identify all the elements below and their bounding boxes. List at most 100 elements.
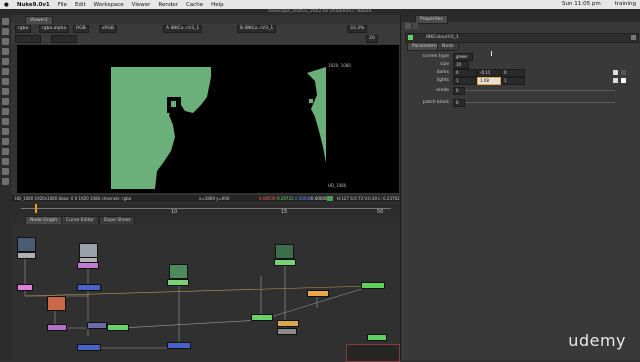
format-top-right: 1920, 1080 (328, 63, 351, 68)
premult-node[interactable] (277, 320, 299, 327)
menu-render[interactable]: Render (158, 2, 178, 8)
gamma-slider[interactable] (51, 35, 77, 43)
tab-properties[interactable]: Properties (415, 15, 448, 24)
3d-tool-icon[interactable] (2, 108, 9, 115)
image-tool-icon[interactable] (2, 18, 9, 25)
max-panels-field[interactable] (405, 23, 411, 29)
read-node-thumb-2[interactable] (79, 243, 98, 258)
views-tool-icon[interactable] (2, 118, 9, 125)
transform-node-1[interactable] (77, 284, 101, 291)
pixel-alpha: 0.00000 (311, 196, 328, 201)
user-name[interactable]: training (615, 1, 636, 7)
alpha-dropdown[interactable]: rgba.alpha (39, 25, 70, 33)
ibk-gizmo-node[interactable] (274, 259, 296, 266)
size-field[interactable]: 10 (453, 61, 469, 69)
frame-field[interactable]: 20 (366, 35, 378, 43)
node-name-field[interactable]: IBKColourV3_1 (426, 35, 459, 40)
darks-r-field[interactable]: 0 (453, 69, 477, 77)
input-a-dropdown[interactable]: A IBKCo..rV3_1 (163, 25, 203, 33)
lights-g-field[interactable]: 1.08 (477, 77, 501, 85)
lights-color-picker-icon[interactable] (613, 78, 618, 83)
menu-viewer[interactable]: Viewer (132, 2, 151, 8)
tab-node[interactable]: Node (437, 42, 459, 51)
menu-workspace[interactable]: Workspace (94, 2, 124, 8)
lights-label: lights (436, 78, 449, 83)
screen-type-dropdown[interactable]: green (453, 53, 473, 61)
merge-tool-icon[interactable] (2, 88, 9, 95)
particles-tool-icon[interactable] (2, 168, 9, 175)
keyer-node-2[interactable] (251, 314, 273, 321)
timeline[interactable]: 10 15 50 (11, 203, 400, 215)
keyer-node-3[interactable] (367, 334, 387, 341)
close-icon[interactable] (631, 35, 636, 40)
channel-tool-icon[interactable] (2, 48, 9, 55)
darks-row: darks 0 -0.11 0 (409, 69, 639, 77)
draw-tool-icon[interactable] (2, 28, 9, 35)
lights-split-icon[interactable] (621, 78, 626, 83)
menu-help[interactable]: Help (211, 2, 224, 8)
color-tool-icon[interactable] (2, 58, 9, 65)
deep-tool-icon[interactable] (2, 178, 9, 185)
gain-slider[interactable] (15, 35, 41, 43)
shuffle-node[interactable] (17, 284, 33, 291)
menu-edit[interactable]: Edit (75, 2, 86, 8)
patch-black-slider[interactable] (465, 102, 615, 103)
node-graph-canvas[interactable] (11, 224, 400, 362)
zoom-dropdown[interactable]: 33.3% (347, 25, 368, 33)
filter-tool-icon[interactable] (2, 68, 9, 75)
read-node-thumb-1[interactable] (17, 237, 36, 252)
read-node-1[interactable] (17, 252, 36, 259)
node-color-swatch[interactable] (408, 35, 413, 40)
erode-label: erode (436, 88, 449, 93)
transform-node-3[interactable] (167, 342, 191, 349)
viewer-controls: rgba rgba.alpha RGB sRGB A IBKCo..rV3_1 … (11, 24, 400, 44)
input-b-dropdown[interactable]: B IBKCo..rV3_1 (237, 25, 277, 33)
node-graph-minimap[interactable] (346, 344, 400, 362)
cursor-coords: x=1869 y=906 (199, 196, 230, 201)
erode-field[interactable]: 0 (453, 87, 465, 95)
colorspace-dropdown[interactable]: sRGB (99, 25, 118, 33)
transform-node-2[interactable] (77, 344, 101, 351)
merge-node-1[interactable] (47, 324, 67, 331)
keyer-tool-icon[interactable] (2, 78, 9, 85)
metadata-tool-icon[interactable] (2, 128, 9, 135)
other-tool-icon[interactable] (2, 148, 9, 155)
time-tool-icon[interactable] (2, 38, 9, 45)
darks-b-field[interactable]: 0 (501, 69, 525, 77)
playhead[interactable] (35, 204, 37, 213)
ibk-gizmo-thumb[interactable] (275, 244, 294, 259)
read-node-thumb-3[interactable] (47, 296, 66, 311)
colorspace-node[interactable] (77, 262, 99, 269)
format-info: HD_1080 1920x1080 bbox: 0 0 1920 1080 ch… (15, 196, 132, 201)
grade-node[interactable] (87, 322, 107, 329)
darks-label: darks (436, 70, 449, 75)
menu-cache[interactable]: Cache (186, 2, 203, 8)
pixel-red: 0.08539 (259, 196, 276, 201)
erode-slider[interactable] (465, 90, 615, 91)
darks-color-picker-icon[interactable] (613, 70, 618, 75)
output-node[interactable] (361, 282, 385, 289)
viewer-canvas[interactable]: 1920, 1080 HD_1080 (17, 45, 399, 193)
toolsets-tool-icon[interactable] (2, 138, 9, 145)
dot-node[interactable] (277, 328, 297, 335)
ibk-thumb[interactable] (169, 264, 188, 279)
channels-dropdown[interactable]: rgba (15, 25, 32, 33)
darks-split-icon[interactable] (621, 70, 626, 75)
lights-r-field[interactable]: 1 (453, 77, 477, 85)
darks-g-field[interactable]: -0.11 (477, 69, 501, 77)
clear-panels-icon[interactable] (413, 23, 418, 29)
patch-black-field[interactable]: 0 (453, 99, 465, 107)
apple-icon[interactable]: ● (4, 2, 9, 8)
format-bottom-right: HD_1080 (328, 183, 347, 188)
ibk-colour-node[interactable] (167, 279, 189, 286)
menu-app-name[interactable]: Nuke9.0v1 (17, 2, 50, 8)
furnace-tool-icon[interactable] (2, 158, 9, 165)
copy-node[interactable] (307, 290, 329, 297)
lights-b-field[interactable]: 1 (501, 77, 525, 85)
display-dropdown[interactable]: RGB (73, 25, 89, 33)
clock: Sun 11:05 pm (562, 1, 601, 7)
pixel-green: 0.29723 (277, 196, 294, 201)
transform-tool-icon[interactable] (2, 98, 9, 105)
keyer-node-1[interactable] (107, 324, 129, 331)
menu-file[interactable]: File (58, 2, 67, 8)
